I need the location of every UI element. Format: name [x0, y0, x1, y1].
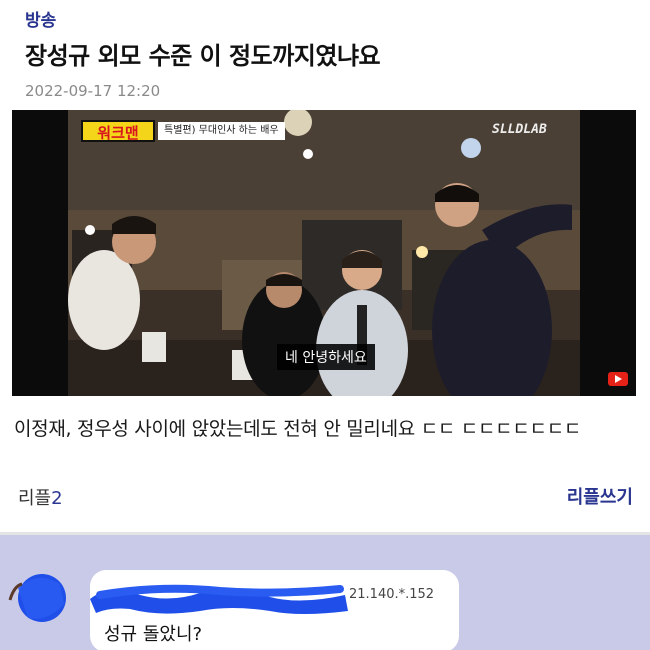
comment-ip: 21.140.*.152	[349, 587, 435, 602]
reply-count[interactable]: 리플2	[18, 484, 63, 510]
post-body: 이정재, 정우성 사이에 앉았는데도 전혀 안 밀리네요 ㄷㄷ ㄷㄷㄷㄷㄷㄷㄷ	[14, 418, 582, 440]
comment-text: 성규 돌았니?	[104, 624, 203, 645]
reply-count-number: 2	[51, 488, 63, 509]
youtube-icon[interactable]	[608, 372, 628, 386]
video-frame[interactable]: 워크맨 특별편) 무대인사 하는 배우 SLLDLAB 네 안녕하세요	[12, 110, 636, 396]
post-date: 2022-09-17 12:20	[25, 82, 161, 100]
episode-tag: 특별편) 무대인사 하는 배우	[158, 122, 285, 140]
redaction-scribble	[90, 584, 348, 614]
comment-section: 21.140.*.152 성규 돌았니?	[0, 535, 650, 650]
show-logo: 워크맨	[81, 120, 155, 142]
write-reply-button[interactable]: 리플쓰기	[567, 483, 633, 509]
post-category[interactable]: 방송	[25, 6, 56, 31]
post-card: 방송 장성규 외모 수준 이 정도까지였냐요 2022-09-17 12:20	[0, 0, 650, 535]
video-subtitle: 네 안녕하세요	[277, 344, 375, 370]
post-title: 장성규 외모 수준 이 정도까지였냐요	[25, 42, 381, 70]
channel-watermark: SLLDLAB	[492, 122, 547, 137]
reply-label: 리플	[18, 488, 52, 509]
